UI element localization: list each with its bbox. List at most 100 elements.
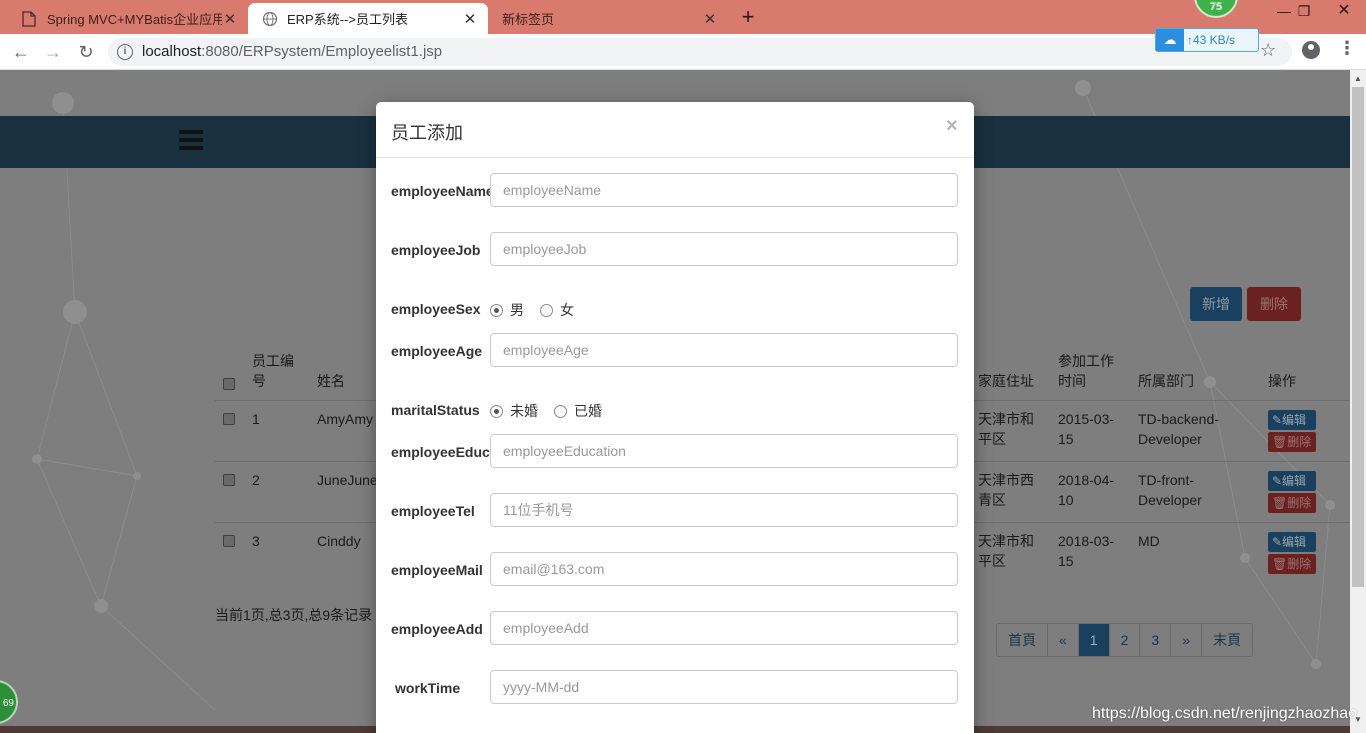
- sex-female-label[interactable]: 女: [560, 300, 574, 320]
- scrollbar-thumb[interactable]: [1352, 87, 1364, 587]
- add-employee-modal: 员工添加 × employeeName employeeJob employee…: [376, 102, 974, 733]
- edit-row-button[interactable]: ✎编辑: [1268, 410, 1316, 430]
- add-employee-button[interactable]: 新增: [1190, 287, 1242, 321]
- info-icon[interactable]: i: [117, 44, 133, 60]
- more-menu-icon[interactable]: ⋮: [1338, 38, 1356, 59]
- work-time-input[interactable]: [490, 670, 958, 704]
- tab-close-icon[interactable]: ✕: [222, 10, 238, 28]
- column-header-ops: 操作: [1268, 373, 1296, 389]
- employee-education-label: employeeEducation: [391, 444, 491, 460]
- page-3-button[interactable]: 3: [1139, 624, 1170, 656]
- work-time-label: workTime: [395, 680, 461, 696]
- page-first-button[interactable]: 首頁: [997, 624, 1047, 656]
- page-scrollbar[interactable]: ▲ ▼: [1350, 70, 1366, 733]
- row-checkbox[interactable]: [223, 474, 235, 486]
- maximize-icon[interactable]: ❐: [1284, 0, 1324, 26]
- cell-address: 天津市和平区: [978, 533, 1034, 569]
- cell-id: 3: [252, 533, 260, 549]
- cell-dept: TD-backend-Developer: [1138, 411, 1219, 447]
- employee-tel-input[interactable]: [490, 493, 958, 527]
- tab-erp-employee-list[interactable]: ERP系统-->员工列表 ✕: [248, 3, 488, 34]
- address-bar[interactable]: i localhost:8080/ERPsystem/Employeelist1…: [108, 38, 1292, 66]
- sex-male-radio[interactable]: [490, 303, 503, 317]
- account-icon[interactable]: [1302, 41, 1320, 59]
- employee-name-input[interactable]: [490, 173, 958, 207]
- page-1-button[interactable]: 1: [1077, 624, 1109, 656]
- pagination-info: 当前1页,总3页,总9条记录: [215, 607, 373, 623]
- page-2-button[interactable]: 2: [1108, 624, 1140, 656]
- employee-mail-label: employeeMail: [391, 562, 483, 578]
- cell-address: 天津市西青区: [978, 472, 1034, 508]
- cell-address: 天津市和平区: [978, 411, 1034, 447]
- cell-worktime: 2015-03-15: [1058, 411, 1115, 447]
- employee-job-label: employeeJob: [391, 242, 481, 258]
- column-header-name: 姓名: [317, 373, 345, 389]
- tab-title: Spring MVC+MYBatis企业应用: [47, 12, 222, 27]
- cell-dept: TD-front-Developer: [1138, 472, 1202, 508]
- delete-row-button[interactable]: 🗑删除: [1268, 432, 1316, 452]
- document-icon: [22, 10, 38, 27]
- employee-address-input[interactable]: [490, 611, 958, 645]
- scroll-up-icon[interactable]: ▲: [1354, 74, 1362, 83]
- forward-arrow-icon[interactable]: →: [42, 41, 64, 63]
- cell-name: AmyAmy: [317, 411, 373, 427]
- tab-close-icon[interactable]: ✕: [462, 10, 478, 28]
- globe-icon: [262, 11, 278, 27]
- cell-dept: MD: [1138, 533, 1160, 549]
- edit-row-button[interactable]: ✎编辑: [1268, 471, 1316, 491]
- tab-new-tab[interactable]: 新标签页 ✕: [488, 3, 728, 34]
- marital-single-radio[interactable]: [490, 404, 503, 418]
- sex-male-label[interactable]: 男: [510, 300, 524, 320]
- employee-sex-radio-group: 男 女: [490, 300, 590, 320]
- bookmark-star-icon[interactable]: ☆: [1260, 40, 1276, 61]
- marital-married-radio[interactable]: [554, 404, 567, 418]
- new-tab-button[interactable]: +: [736, 6, 760, 30]
- tab-title: 新标签页: [502, 12, 555, 27]
- network-speed-widget[interactable]: ☁ ↑43 KB/s: [1155, 28, 1259, 52]
- page-next-button[interactable]: »: [1170, 624, 1201, 656]
- modal-title: 员工添加: [391, 123, 463, 143]
- marital-married-label[interactable]: 已婚: [574, 401, 602, 421]
- employee-education-input[interactable]: [490, 434, 958, 468]
- pagination: 首頁 « 1 2 3 » 末頁: [996, 623, 1253, 657]
- cell-worktime: 2018-04-10: [1058, 472, 1115, 508]
- hamburger-menu-icon[interactable]: [179, 130, 203, 154]
- select-all-checkbox[interactable]: [223, 378, 235, 390]
- row-checkbox[interactable]: [223, 535, 235, 547]
- employee-mail-input[interactable]: [490, 552, 958, 586]
- employee-age-label: employeeAge: [391, 343, 483, 359]
- delete-row-button[interactable]: 🗑删除: [1268, 554, 1316, 574]
- row-checkbox[interactable]: [223, 413, 235, 425]
- url-text[interactable]: localhost:8080/ERPsystem/Employeelist1.j…: [142, 43, 442, 60]
- reload-icon[interactable]: ↻: [75, 41, 97, 63]
- delete-employees-button[interactable]: 删除: [1247, 287, 1301, 321]
- cell-worktime: 2018-03-15: [1058, 533, 1115, 569]
- edit-row-button[interactable]: ✎编辑: [1268, 532, 1316, 552]
- page-prev-button[interactable]: «: [1047, 624, 1078, 656]
- tab-spring-mvc[interactable]: Spring MVC+MYBatis企业应用 ✕: [8, 3, 248, 34]
- speed-value: ↑43 KB/s: [1187, 33, 1236, 47]
- marital-status-radio-group: 未婚 已婚: [490, 401, 618, 421]
- employee-address-label: employeeAdd: [391, 621, 483, 637]
- sex-female-radio[interactable]: [540, 303, 553, 317]
- employee-age-input[interactable]: [490, 333, 958, 367]
- page-last-button[interactable]: 末頁: [1200, 624, 1252, 656]
- cell-name: JuneJune: [317, 472, 378, 488]
- cell-id: 2: [252, 472, 260, 488]
- employee-job-input[interactable]: [490, 232, 958, 266]
- cell-name: Cinddy: [317, 533, 361, 549]
- modal-header-divider: [376, 157, 974, 158]
- column-header-id: 员工编号: [252, 353, 294, 389]
- column-header-address: 家庭住址: [978, 373, 1034, 389]
- employee-tel-label: employeeTel: [391, 503, 475, 519]
- employee-name-label: employeeName: [391, 183, 491, 199]
- modal-close-icon[interactable]: ×: [946, 115, 958, 138]
- delete-row-button[interactable]: 🗑删除: [1268, 493, 1316, 513]
- column-header-worktime: 参加工作时间: [1058, 353, 1114, 389]
- back-arrow-icon[interactable]: ←: [10, 41, 32, 63]
- window-close-icon[interactable]: ✕: [1324, 0, 1364, 26]
- marital-single-label[interactable]: 未婚: [510, 401, 538, 421]
- speed-badge[interactable]: 75: [1194, 0, 1238, 18]
- tab-title: ERP系统-->员工列表: [287, 12, 408, 27]
- tab-close-icon[interactable]: ✕: [702, 10, 718, 28]
